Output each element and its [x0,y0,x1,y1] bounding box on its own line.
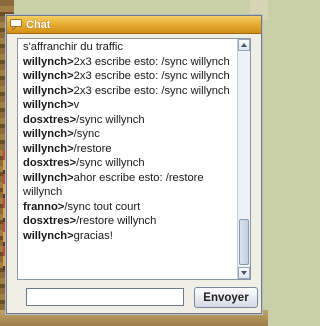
message-line: dosxtres>/sync willynch [23,113,235,128]
message-line: dosxtres>/sync willynch [23,156,235,171]
message-user: willynch> [23,55,74,68]
message-line: willynch>/sync [23,127,235,142]
message-line: dosxtres>/restore willynch [23,214,235,229]
scroll-thumb[interactable] [239,219,249,265]
message-text: 2x3 escribe esto: /sync willynch [73,70,230,82]
chevron-up-icon [241,43,247,47]
message-user: willynch> [23,229,74,242]
send-button[interactable]: Envoyer [194,287,258,308]
message-user: willynch> [23,70,74,82]
chat-message-input[interactable] [26,288,184,306]
chat-window: Chat s'affranchir du traffic willynch>2x… [6,15,262,314]
message-line: willynch>v [23,98,235,113]
message-line: willynch>2x3 escribe esto: /sync willync… [23,55,235,70]
message-text: s'affranchir du traffic [23,41,123,53]
scroll-up-button[interactable] [238,39,250,51]
message-text: /sync willynch [76,113,145,126]
message-line: willynch>2x3 escribe esto: /sync willync… [23,84,235,99]
message-line: franno>/sync tout court [23,200,235,215]
window-title: Chat [26,18,51,31]
message-text: /sync tout court [64,200,141,213]
message-user: dosxtres> [23,157,77,169]
message-text: gracias! [73,229,113,242]
vertical-scrollbar[interactable] [237,39,250,279]
message-user: willynch> [23,142,74,155]
message-line: s'affranchir du traffic [23,40,235,55]
message-text: 2x3 escribe esto: /sync willynch [73,84,230,97]
message-line: willynch>gracias! [23,229,235,244]
chevron-down-icon [241,271,247,275]
scroll-down-button[interactable] [238,267,250,279]
message-line: willynch>/restore [23,142,235,157]
message-text: v [73,99,80,111]
message-text: /sync willynch [76,157,145,169]
message-user: willynch> [23,84,74,97]
message-user: willynch> [23,171,74,184]
message-text: 2x3 escribe esto: /sync willynch [73,55,230,68]
message-line: willynch>ahor escribe esto: /restore wil… [23,171,235,200]
message-text: /restore [73,142,112,155]
message-user: franno> [23,200,65,213]
message-list: s'affranchir du traffic willynch>2x3 esc… [23,40,235,243]
message-user: willynch> [23,128,74,140]
message-text: /sync [73,128,100,140]
message-user: willynch> [23,99,74,111]
message-user: dosxtres> [23,215,77,227]
chat-title-bar[interactable]: Chat [7,16,261,34]
message-line: willynch>2x3 escribe esto: /sync willync… [23,69,235,84]
message-user: dosxtres> [23,113,77,126]
message-text: /restore willynch [76,215,157,227]
chat-bubble-icon [10,19,22,30]
chat-messages-panel[interactable]: s'affranchir du traffic willynch>2x3 esc… [17,38,251,280]
